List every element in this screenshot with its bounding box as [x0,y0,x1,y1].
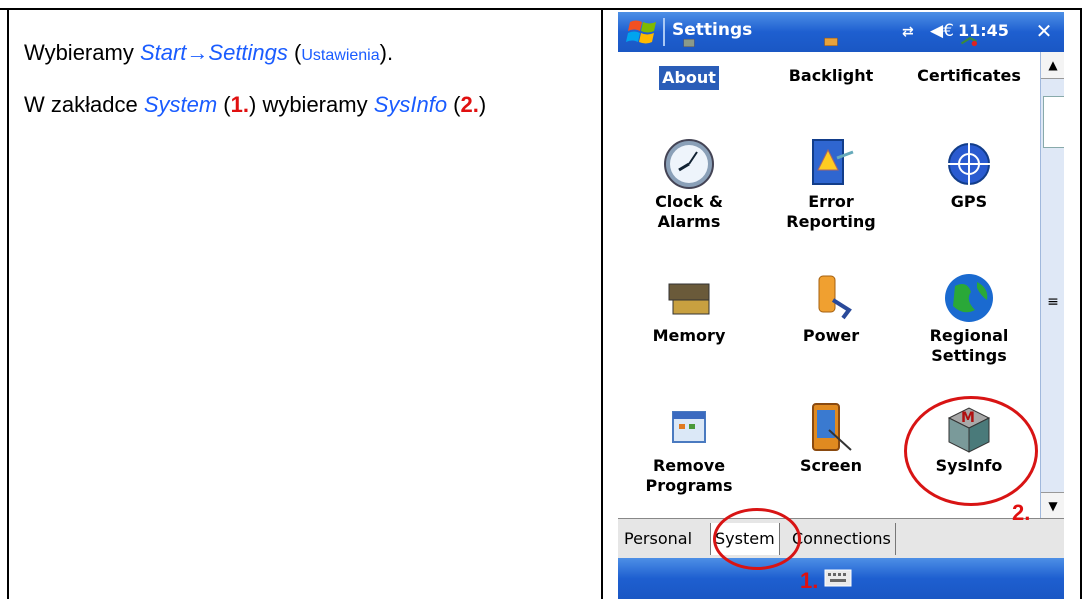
memory-icon [668,283,710,315]
settings-item-power[interactable]: Power [766,270,896,346]
settings-item-label: Memory [652,326,726,345]
settings-item-label: Screen [800,456,862,475]
certificates-icon [960,36,978,47]
text-segment: ( [447,92,461,117]
settings-item-label: Clock & Alarms [655,192,723,231]
instruction-step-2: W zakładce System (1.) wybieramy SysInfo… [24,92,584,117]
tab-bar: Personal System Connections [618,518,1064,559]
settings-item-error-reporting[interactable]: Error Reporting [766,136,896,232]
about-icon [683,38,695,47]
close-button[interactable]: ✕ [1032,19,1056,43]
settings-item-label: Regional Settings [929,326,1009,365]
screen-icon [812,403,852,451]
term-system: System [143,92,218,117]
settings-item-label: Certificates [917,66,1021,85]
text-segment: ) [478,92,487,117]
settings-item-label: Backlight [788,66,874,85]
settings-item-regional-settings[interactable]: Regional Settings [904,270,1034,366]
term-start: Start [139,40,187,65]
text-segment: ( [217,92,231,117]
annotation-circle-system-tab [713,508,801,570]
settings-item-label: About [659,66,719,90]
text-segment: ( [287,40,302,65]
step-number-2: 2. [460,92,479,117]
table-border-left [7,8,9,599]
settings-item-clock-alarms[interactable]: Clock & Alarms [624,136,754,232]
remove-programs-icon [672,411,706,443]
annotation-label-1: 1. [800,568,819,593]
globe-icon [945,274,993,322]
text-segment: Wybieramy [24,40,140,65]
term-sysinfo: SysInfo [373,92,448,117]
scroll-grip-icon[interactable]: ≡ [1041,294,1064,310]
gps-icon [947,142,991,186]
settings-item-label: Error Reporting [786,192,876,231]
backlight-icon [824,37,838,46]
settings-item-gps[interactable]: GPS [904,136,1034,212]
text-segment: ) wybieramy [249,92,374,117]
instructions-text: Wybieramy Start→Settings (Ustawienia). W… [24,40,584,141]
settings-item-certificates[interactable]: Certificates [904,36,1034,86]
settings-item-backlight[interactable]: Backlight [766,36,896,86]
table-border-middle [601,8,603,599]
tab-connections[interactable]: Connections [788,523,896,555]
annotation-label-2: 2. [1012,500,1031,525]
power-icon [818,275,852,320]
error-reporting-icon [812,139,854,185]
text-segment: ). [379,40,394,65]
settings-item-label: Power [802,326,860,345]
bottom-bar [618,558,1064,599]
step-number-1: 1. [230,92,249,117]
term-settings: Settings [208,40,288,65]
settings-item-screen[interactable]: Screen [766,400,896,476]
scroll-up-arrow-icon[interactable]: ▲ [1041,52,1064,79]
keyboard-icon[interactable] [824,569,852,587]
text-segment: W zakładce [24,92,144,117]
vertical-scrollbar[interactable]: ▲ ≡ ▼ [1040,52,1064,519]
term-ustawienia: Ustawienia [301,47,380,64]
table-border-top [0,8,1082,10]
tab-personal[interactable]: Personal [620,523,713,555]
instruction-step-1: Wybieramy Start→Settings (Ustawienia). [24,40,584,68]
clock-icon [664,139,714,189]
settings-item-label: GPS [950,192,988,211]
settings-item-remove-programs[interactable]: Remove Programs [624,400,754,496]
pocketpc-screenshot: Settings ⇄ ◀€ 11:45 ✕ About Backlight Ce… [618,12,1064,599]
scroll-thumb[interactable] [1043,96,1064,148]
arrow-glyph: → [186,40,209,65]
settings-item-label: Remove Programs [645,456,733,495]
settings-item-memory[interactable]: Memory [624,270,754,346]
annotation-circle-sysinfo [904,396,1038,506]
scroll-down-arrow-icon[interactable]: ▼ [1041,492,1064,519]
settings-item-about[interactable]: About [624,36,754,90]
